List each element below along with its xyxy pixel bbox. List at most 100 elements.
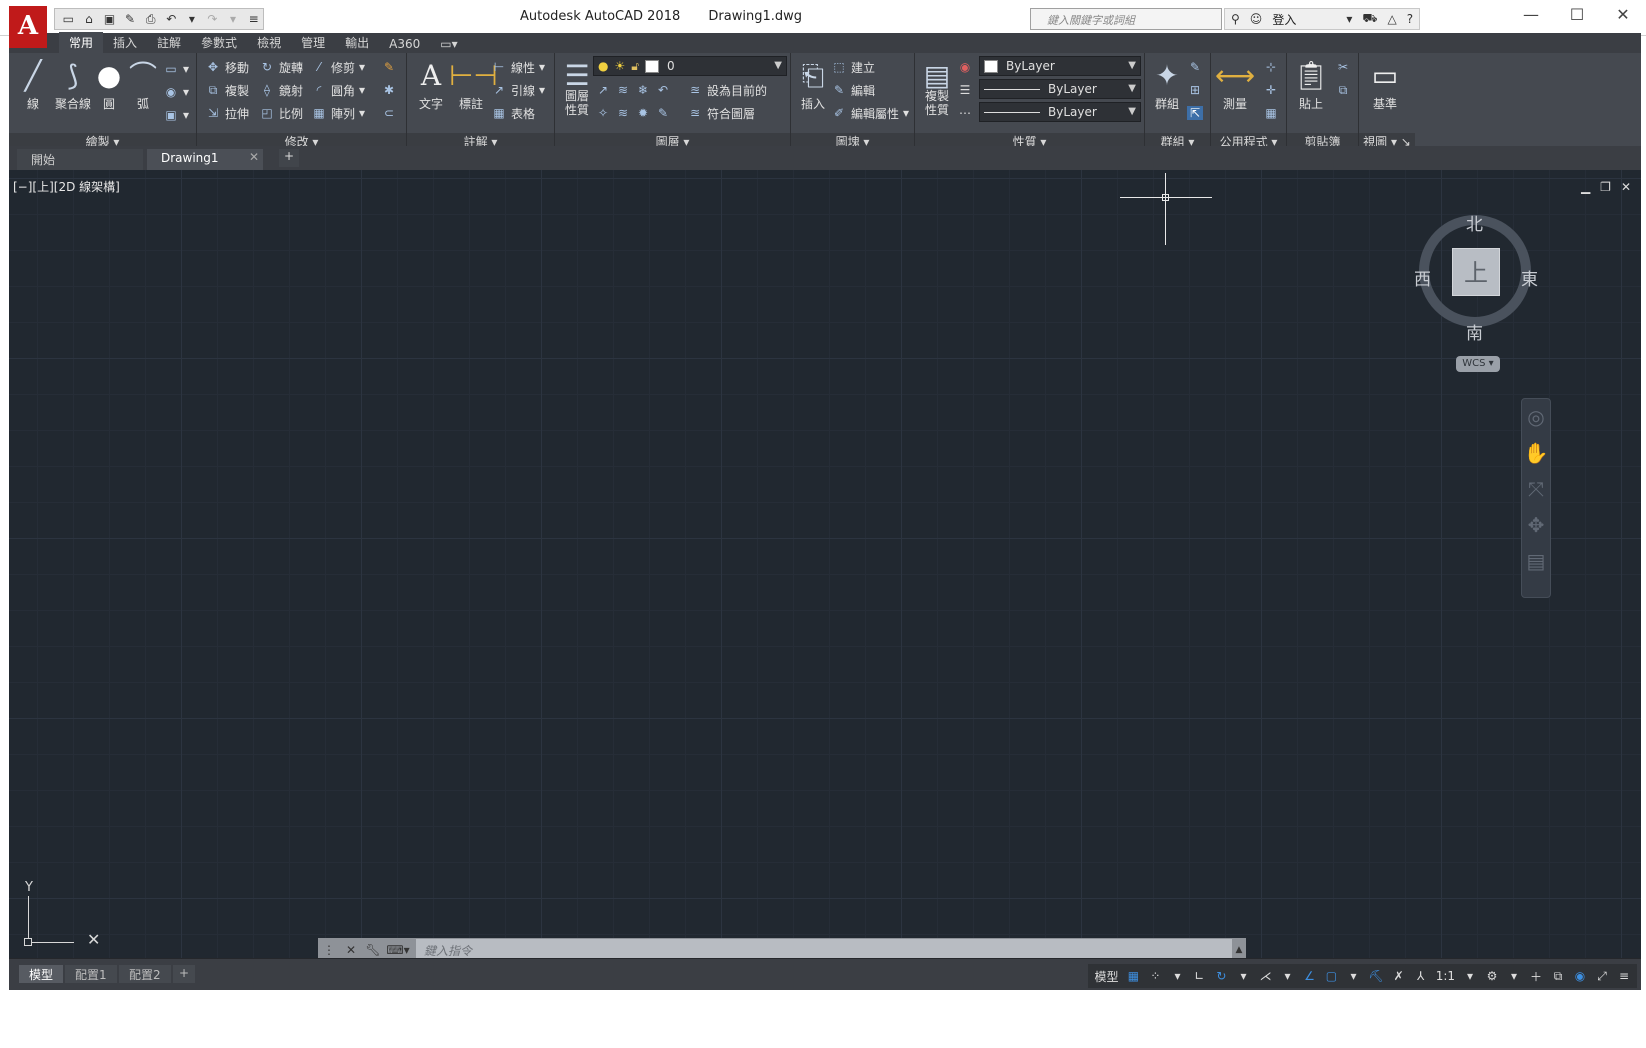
viewport-close-icon[interactable]: ✕ [1621, 180, 1631, 194]
calculator-icon[interactable]: ▦ [1263, 103, 1279, 123]
isodraft-dropdown-icon[interactable]: ▾ [1280, 969, 1294, 983]
tab-manage[interactable]: 管理 [291, 32, 335, 53]
wcs-menu[interactable]: WCS ▾ [1456, 356, 1500, 372]
edit-attributes-tool[interactable]: ✐ 編輯屬性 ▾ [831, 103, 909, 123]
tab-output[interactable]: 輸出 [335, 32, 379, 53]
zoom-extents-icon[interactable]: ⤧ [1522, 471, 1550, 507]
cart-icon[interactable]: ⛟ [1362, 11, 1377, 27]
redo-dropdown-icon[interactable]: ▾ [224, 10, 243, 28]
color-dropdown[interactable]: ByLayer ▼ [979, 56, 1141, 76]
rotate-tool[interactable]: ↻ 旋轉 [259, 57, 303, 77]
orbit-icon[interactable]: ✥ [1522, 507, 1550, 543]
measure-tool[interactable]: ⟷ 測量 [1213, 57, 1257, 112]
close-tab-icon[interactable]: ✕ [249, 150, 259, 164]
object-snap-tracking-icon[interactable]: ∠ [1302, 969, 1316, 983]
dimension-tool[interactable]: ⊢⊣ 標註 [449, 57, 498, 112]
scale-tool[interactable]: ◰ 比例 [259, 103, 303, 123]
group-select-icon[interactable]: ⇱ [1187, 103, 1203, 123]
file-tab-start[interactable]: 開始 [17, 149, 143, 170]
annotation-scale-value[interactable]: 1:1 [1436, 969, 1455, 983]
group-tool[interactable]: ✦ 群組 [1145, 57, 1189, 112]
object-snap-icon[interactable]: ▢ [1324, 969, 1338, 983]
ribbon-options-icon[interactable]: ▭▾ [430, 35, 467, 53]
layer-dropdown[interactable]: ● ☀ 🔓︎ 0 ▼ [593, 56, 787, 76]
group-edit-icon[interactable]: ✎ [1187, 57, 1203, 77]
leader-tool[interactable]: ↗ 引線 ▾ [491, 80, 545, 100]
rectangle-tool[interactable]: ▭ ▾ [163, 59, 189, 79]
plot-icon[interactable]: ⎙ [141, 10, 160, 28]
tab-view[interactable]: 檢視 [247, 32, 291, 53]
workspace-dropdown-icon[interactable]: ▾ [1507, 969, 1521, 983]
trim-tool[interactable]: ⁄ 修剪 ▾ [311, 57, 365, 77]
quick-select-icon[interactable]: ⊹ [1263, 57, 1279, 77]
tab-insert[interactable]: 插入 [103, 32, 147, 53]
object-snap-dropdown-icon[interactable]: ▾ [1346, 969, 1360, 983]
compass-north[interactable]: 北 [1466, 210, 1483, 235]
open-file-icon[interactable]: ⌂ [80, 10, 99, 28]
file-tab-drawing1[interactable]: Drawing1 [147, 149, 263, 170]
hardware-acceleration-icon[interactable]: ◉ [1573, 969, 1587, 983]
erase-tool[interactable]: ✎ [381, 57, 397, 77]
arc-tool[interactable]: ⌒ 弧 [121, 57, 165, 112]
viewport-minimize-icon[interactable]: ▁ [1581, 180, 1590, 194]
clean-screen-icon[interactable]: ⤢ [1595, 969, 1609, 984]
tab-annotate[interactable]: 註解 [147, 32, 191, 53]
layout-tab-model[interactable]: 模型 [19, 965, 64, 983]
layer-thaw-icon[interactable]: ≋ [615, 106, 631, 120]
copy-clip-icon[interactable]: ⧉ [1335, 80, 1351, 100]
fillet-tool[interactable]: ◜ 圓角 ▾ [311, 80, 365, 100]
viewport-controls-label[interactable]: [−][上][2D 線架構] [13, 178, 120, 195]
tab-parametric[interactable]: 參數式 [191, 32, 247, 53]
polar-dropdown-icon[interactable]: ▾ [1236, 969, 1250, 983]
auto-scale-icon[interactable]: ✗ [1392, 969, 1406, 983]
a360-icon[interactable]: △ [1387, 12, 1396, 26]
annotation-visibility-icon[interactable]: ⛏ [1368, 969, 1383, 983]
lineweight-icon[interactable]: ☰ [957, 80, 973, 100]
model-space-toggle[interactable]: 模型 [1094, 968, 1118, 985]
ungroup-icon[interactable]: ⊞ [1187, 80, 1203, 100]
binoculars-icon[interactable]: ⚲ [1231, 12, 1240, 26]
linetype-icon[interactable]: ⋯ [957, 103, 973, 123]
isolate-objects-icon[interactable]: ⧉ [1551, 969, 1565, 984]
layer-off-icon[interactable]: ↗ [595, 83, 611, 97]
cut-icon[interactable]: ✂ [1335, 57, 1351, 77]
pan-icon[interactable]: ✋ [1522, 435, 1550, 471]
scale-dropdown-icon[interactable]: ▾ [1463, 969, 1477, 983]
lineweight-dropdown[interactable]: ByLayer ▼ [979, 79, 1141, 99]
redo-icon[interactable]: ↷ [203, 10, 222, 28]
grid-icon[interactable]: ▦ [1126, 969, 1140, 983]
save-icon[interactable]: ▣ [100, 10, 119, 28]
tab-home[interactable]: 常用 [59, 32, 104, 53]
undo-icon[interactable]: ↶ [162, 10, 181, 28]
stretch-tool[interactable]: ⇲ 拉伸 [205, 103, 249, 123]
customization-menu-icon[interactable]: ≡ [1617, 969, 1631, 983]
viewcube-top-face[interactable]: 上 [1452, 248, 1500, 296]
layer-unisolate-icon[interactable]: ↶ [655, 83, 671, 97]
edit-block-tool[interactable]: ✎ 編輯 [831, 80, 875, 100]
insert-block-tool[interactable]: ⎗ 插入 [791, 57, 835, 112]
customize-qat-icon[interactable]: ≡ [244, 10, 263, 28]
maximize-button[interactable]: ☐ [1554, 0, 1600, 32]
undo-dropdown-icon[interactable]: ▾ [183, 10, 202, 28]
application-menu-button[interactable]: A [9, 6, 47, 48]
color-wheel-icon[interactable]: ◉ [957, 57, 973, 77]
create-block-tool[interactable]: ⬚ 建立 [831, 57, 875, 77]
region-tool[interactable]: ▣ ▾ [163, 105, 189, 125]
table-tool[interactable]: ▦ 表格 [491, 103, 535, 123]
sign-in-dropdown-icon[interactable]: ▾ [1346, 12, 1352, 26]
new-tab-button[interactable]: + [279, 149, 299, 167]
match-layer-tool[interactable]: ≊ 符合圖層 [687, 103, 755, 123]
ortho-icon[interactable]: ∟ [1192, 969, 1206, 983]
linetype-dropdown[interactable]: ByLayer ▼ [979, 102, 1141, 122]
layout-tab-layout1[interactable]: 配置1 [65, 965, 117, 983]
copy-tool[interactable]: ⧉ 複製 [205, 80, 249, 100]
help-icon[interactable]: ? [1407, 12, 1413, 26]
layout-tab-layout2[interactable]: 配置2 [119, 965, 171, 983]
user-icon[interactable]: ☺ [1250, 12, 1263, 26]
save-as-icon[interactable]: ✎ [121, 10, 140, 28]
sign-in-link[interactable]: 登入 [1272, 11, 1296, 28]
move-tool[interactable]: ✥ 移動 [205, 57, 249, 77]
plus-icon[interactable]: ＋ [1529, 968, 1543, 985]
mirror-tool[interactable]: ⟠ 鏡射 [259, 80, 303, 100]
compass-east[interactable]: 東 [1521, 265, 1538, 290]
